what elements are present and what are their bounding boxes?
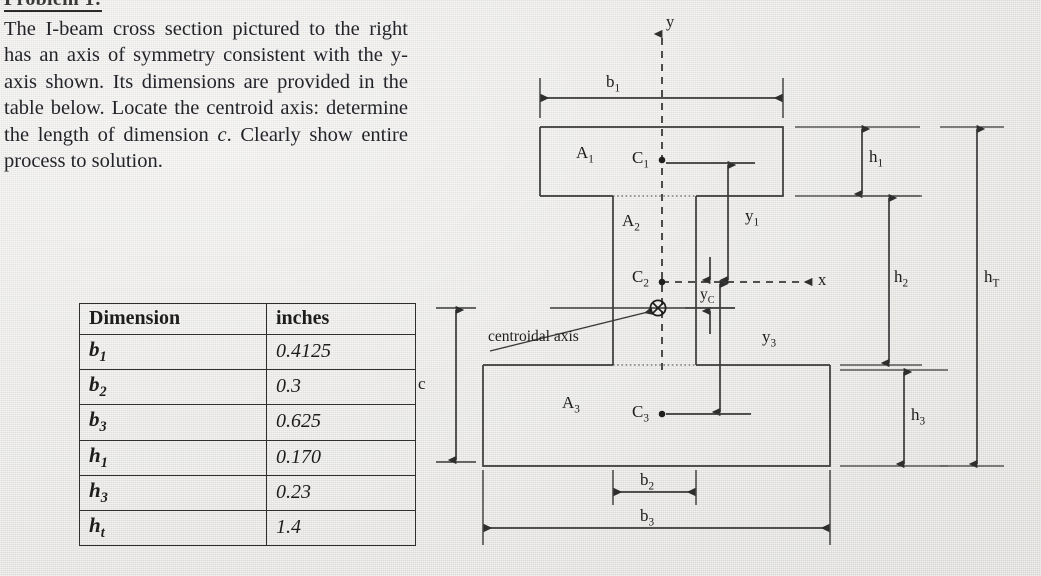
table-cell-dimension-subscript: 3 (99, 419, 107, 436)
table-cell-dimension-symbol: h1 (79, 439, 267, 476)
area-label-A3-sub: 3 (574, 403, 580, 416)
dimension-c (436, 305, 476, 465)
area-label-A2: A2 (622, 211, 640, 234)
table-row: ht 1.4 (79, 509, 416, 547)
dimension-h3 (840, 367, 948, 469)
dimension-label-h2: h2 (894, 267, 909, 290)
dimension-label-h2-sub: 2 (902, 277, 909, 290)
table-cell-dimension-symbol: b3 (79, 404, 267, 441)
centroid-marker-C1 (658, 156, 666, 164)
table-cell-value: 1.4 (266, 509, 416, 547)
table-header-inches: inches (266, 303, 416, 335)
dimension-hT (940, 124, 1004, 469)
table-cell-dimension-symbol: b1 (79, 333, 267, 371)
i-beam-diagram: y x A1 A2 A3 C1 C2 C3 centroidal axis b1… (400, 0, 1041, 576)
dimension-label-b3-sub: 3 (648, 516, 655, 529)
area-label-A1: A1 (576, 143, 594, 166)
area-label-A2-sub: 2 (634, 221, 640, 234)
table-cell-dimension-subscript: 2 (99, 384, 107, 401)
problem-statement-text: The I-beam cross section pictured to the… (4, 18, 408, 173)
dimension-h1 (795, 124, 920, 199)
dimension-label-h3-sub: 3 (919, 415, 926, 428)
dimension-label-hT: hT (984, 267, 1000, 290)
table-row: h3 0.23 (79, 474, 416, 511)
dimension-label-hT-sub: T (992, 277, 1000, 290)
dimension-label-yC: yC (700, 286, 715, 307)
dimension-table: Dimension inches b1 0.4125 b2 0.3 b3 0.625 h1 0… (79, 303, 416, 547)
dimension-label-b1: b1 (606, 72, 621, 95)
table-cell-value: 0.4125 (266, 333, 416, 371)
area-label-A1-sub: 1 (588, 153, 594, 166)
centroidal-axis-callout: centroidal axis (488, 328, 579, 345)
centroid-marker-C3 (658, 410, 666, 418)
centroid-label-C2: C2 (632, 267, 649, 290)
centroid-label-C3-sub: 3 (643, 412, 649, 425)
dimension-b3 (482, 470, 831, 545)
dimension-label-c: c (418, 374, 426, 393)
dimension-b2 (612, 470, 697, 505)
centroid-marker-C2 (658, 278, 666, 286)
table-cell-value: 0.170 (266, 439, 416, 476)
table-cell-dimension-subscript: 1 (99, 349, 107, 366)
table-cell-dimension-symbol: b2 (79, 369, 267, 406)
table-row: b1 0.4125 (79, 333, 416, 371)
table-cell-value: 0.625 (266, 404, 416, 441)
x-axis-label: x (818, 270, 827, 289)
i-beam-drawing (436, 29, 1004, 545)
centroid-label-C1: C1 (632, 148, 649, 171)
table-row: b2 0.3 (79, 369, 416, 406)
dimension-label-yC-sub: C (707, 295, 715, 307)
table-header-row: Dimension inches (79, 303, 416, 335)
bottom-flange-outline (482, 364, 831, 467)
dimension-label-b2: b2 (640, 470, 655, 493)
dimension-label-b3: b3 (640, 506, 655, 529)
table-header-dimension: Dimension (79, 303, 267, 335)
dimension-label-h3: h3 (911, 405, 926, 428)
centroid-label-C2-sub: 2 (643, 277, 649, 290)
dimension-label-y3: y3 (762, 327, 777, 350)
dimension-label-b2-sub: 2 (648, 480, 655, 493)
dimension-label-y1-sub: 1 (753, 216, 760, 229)
table-body: b1 0.4125 b2 0.3 b3 0.625 h1 0.170 h3 0.23 ht 1.4 (79, 333, 416, 547)
table-row: h1 0.170 (79, 439, 416, 476)
dimension-label-y3-sub: 3 (770, 337, 777, 350)
table-cell-value: 0.3 (266, 369, 416, 406)
dimension-h2 (840, 193, 922, 368)
table-row: b3 0.625 (79, 404, 416, 441)
dimension-label-h1: h1 (869, 147, 884, 170)
table-cell-dimension-subscript: t (100, 525, 105, 542)
table-cell-dimension-symbol: ht (79, 509, 267, 547)
table-cell-dimension-subscript: 1 (100, 454, 108, 471)
table-cell-dimension-symbol: h3 (79, 474, 267, 511)
table-cell-dimension-subscript: 3 (100, 489, 108, 506)
centroid-label-C1-sub: 1 (643, 158, 649, 171)
area-label-A3: A3 (562, 393, 580, 416)
dimension-label-y1: y1 (745, 206, 760, 229)
y-axis-label: y (666, 12, 675, 31)
dimension-label-h1-sub: 1 (877, 157, 884, 170)
page-title: Problem 1: (4, 0, 102, 12)
dimension-label-b1-sub: 1 (614, 82, 621, 95)
table-cell-value: 0.23 (266, 474, 416, 511)
centroid-label-C3: C3 (632, 402, 649, 425)
